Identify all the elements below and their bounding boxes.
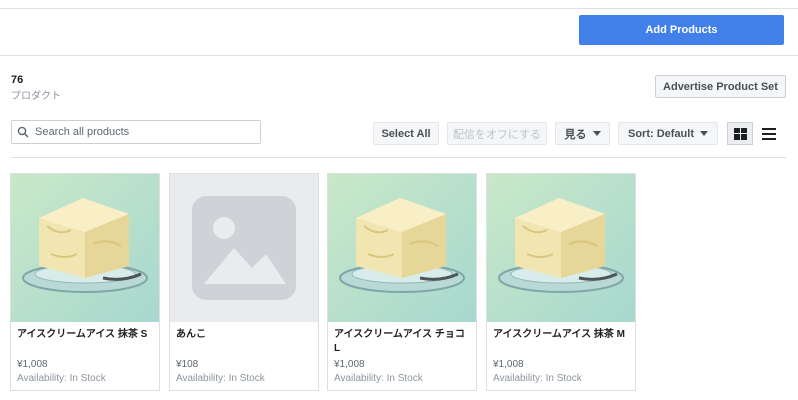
search-input[interactable] — [35, 126, 255, 138]
product-card[interactable]: あんこ ¥108 Availability: In Stock — [169, 173, 319, 391]
ice-cream-image — [328, 174, 476, 322]
ice-cream-image — [487, 174, 635, 322]
advertise-product-set-button[interactable]: Advertise Product Set — [655, 75, 786, 98]
product-name[interactable]: アイスクリームアイス チョコ L — [334, 328, 472, 356]
product-price: ¥1,008 — [493, 359, 524, 370]
product-availability: Availability: In Stock — [176, 373, 265, 384]
sort-dropdown[interactable]: Sort: Default — [618, 122, 718, 145]
product-count-label: プロダクト — [11, 91, 61, 102]
product-price: ¥1,008 — [17, 359, 48, 370]
product-price: ¥108 — [176, 359, 199, 370]
product-card[interactable]: アイスクリームアイス チョコ L ¥1,008 Availability: In… — [327, 173, 477, 391]
search-box — [11, 120, 261, 144]
sort-dropdown-label: Sort: Default — [628, 127, 694, 140]
chevron-down-icon — [700, 131, 708, 136]
toolbar-divider — [11, 157, 786, 158]
image-placeholder-icon — [170, 174, 318, 322]
product-availability: Availability: In Stock — [493, 373, 582, 384]
product-name[interactable]: アイスクリームアイス 抹茶 S — [17, 328, 155, 342]
list-view-toggle[interactable] — [756, 122, 782, 145]
grid-view-icon — [733, 127, 747, 140]
select-all-button[interactable]: Select All — [373, 122, 439, 145]
product-availability: Availability: In Stock — [17, 373, 106, 384]
product-name[interactable]: あんこ — [176, 328, 314, 342]
view-dropdown-label: 見る — [564, 128, 587, 141]
search-icon — [17, 126, 29, 138]
list-view-icon — [762, 127, 776, 140]
product-card[interactable]: アイスクリームアイス 抹茶 S ¥1,008 Availability: In … — [10, 173, 160, 391]
product-count: 76 — [11, 74, 24, 86]
product-card[interactable]: アイスクリームアイス 抹茶 M ¥1,008 Availability: In … — [486, 173, 636, 391]
turn-off-delivery-button[interactable]: 配信をオフにする — [447, 122, 547, 145]
product-name[interactable]: アイスクリームアイス 抹茶 M — [493, 328, 631, 342]
view-dropdown[interactable]: 見る — [555, 122, 610, 145]
header-divider — [0, 55, 798, 56]
product-price: ¥1,008 — [334, 359, 365, 370]
product-availability: Availability: In Stock — [334, 373, 423, 384]
chevron-down-icon — [592, 131, 601, 136]
ice-cream-image — [11, 174, 159, 322]
add-products-button[interactable]: Add Products — [579, 15, 784, 45]
top-divider — [0, 8, 798, 9]
grid-view-toggle[interactable] — [727, 122, 753, 145]
